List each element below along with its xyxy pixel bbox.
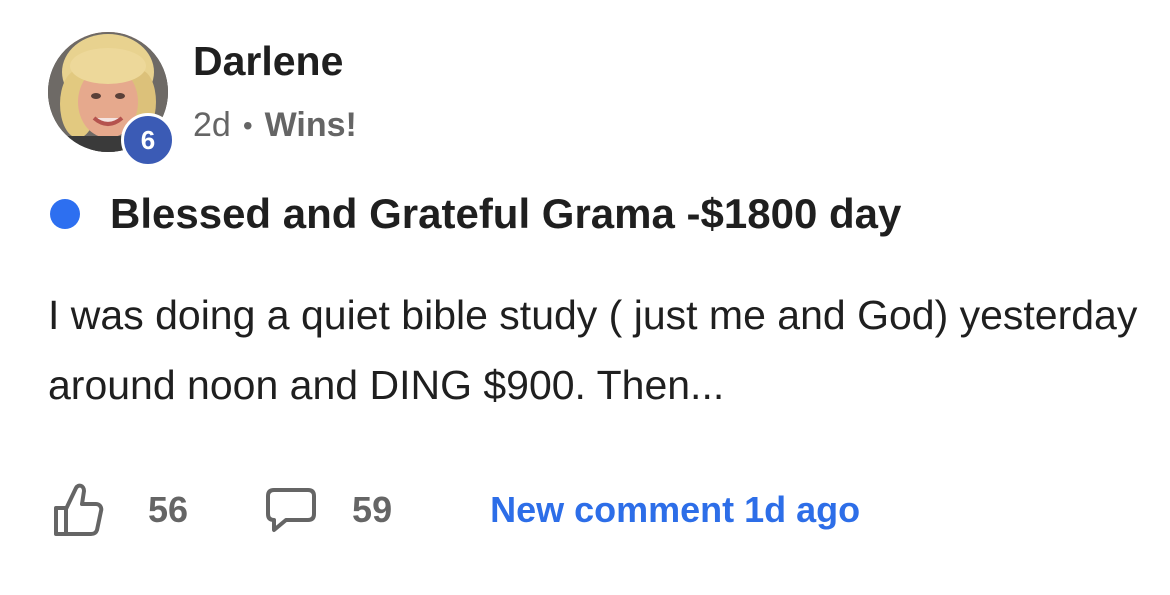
unread-indicator-icon [50, 199, 80, 229]
author-avatar-wrap[interactable]: 6 [48, 32, 175, 167]
post-category[interactable]: Wins! [265, 106, 357, 145]
like-count: 56 [148, 489, 189, 530]
post-body[interactable]: I was doing a quiet bible study ( just m… [48, 280, 1138, 420]
level-badge: 6 [121, 113, 175, 167]
post-time: 2d [193, 106, 231, 144]
post-actions: 56 59 New comment 1d ago [52, 480, 860, 540]
thumbs-up-icon [54, 483, 104, 536]
post-title[interactable]: Blessed and Grateful Grama -$1800 day [110, 190, 901, 238]
post-title-row[interactable]: Blessed and Grateful Grama -$1800 day [50, 190, 901, 238]
meta-separator: • [242, 109, 253, 141]
post-meta: 2d • Wins! [193, 106, 357, 145]
like-button[interactable]: 56 [52, 482, 188, 538]
comment-bubble-icon [266, 488, 317, 532]
post-card[interactable]: 6 Darlene 2d • Wins! Blessed and Gratefu… [0, 0, 1170, 595]
comment-count: 59 [352, 489, 393, 530]
comment-button[interactable]: 59 [264, 486, 392, 534]
author-name[interactable]: Darlene [193, 38, 343, 85]
new-comment-link[interactable]: New comment 1d ago [490, 489, 860, 531]
